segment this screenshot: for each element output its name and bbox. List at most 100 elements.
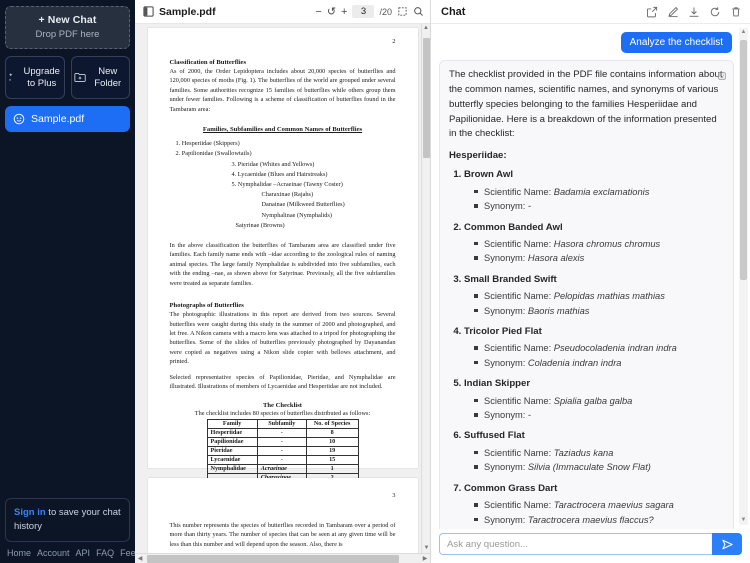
list-item: Common Banded Awl Scientific Name: Hasor… (464, 221, 724, 266)
chat-scroll-thumb[interactable] (740, 40, 747, 280)
fit-page-icon[interactable] (397, 6, 408, 17)
search-icon[interactable] (413, 6, 424, 17)
pdf-horizontal-scrollbar[interactable]: ◀ ▶ (135, 553, 430, 563)
doc-families-title: Families, Subfamilies and Common Names o… (202, 126, 363, 134)
species-details: Scientific Name: Taziadus kana Synonym: … (464, 446, 724, 475)
species-details: Scientific Name: Pseudocoladenia indran … (464, 341, 724, 370)
scientific-label: Scientific Name: (484, 238, 554, 249)
list-item: Tricolor Pied Flat Scientific Name: Pseu… (464, 325, 724, 370)
scientific-label: Scientific Name: (484, 343, 554, 354)
synonym-row: Synonym: - (474, 199, 724, 213)
scroll-down-arrow[interactable]: ▼ (422, 544, 430, 553)
zoom-in-button[interactable]: + (341, 6, 347, 18)
page-number-input[interactable]: 3 (352, 5, 375, 18)
family-item-nymphalinae: Nymphalinae (Nymphalids) (261, 211, 332, 219)
doc-paragraph-4: Selected representative species of Papil… (169, 373, 396, 391)
sidebar-action-row: Upgrade to Plus New Folder (5, 56, 130, 99)
footer-link-faq[interactable]: FAQ (96, 548, 114, 558)
pdf-toolbar: Sample.pdf − ↺ + 3 /20 (135, 0, 430, 24)
scientific-label: Scientific Name: (484, 500, 554, 511)
family-item-pieridae: 3. Pieridae (Whites and Yellows) (231, 160, 315, 168)
doc-paragraph-2: In the above classification the butterfl… (169, 241, 396, 287)
footer-link-api[interactable]: API (76, 548, 91, 558)
copy-icon[interactable] (717, 68, 727, 86)
chat-header: Chat (431, 0, 750, 24)
doc-families-list: 1. Hesperiidae (Skippers) 2. Papilionida… (170, 139, 396, 231)
pdf-page-number-label: 2 (392, 38, 396, 45)
list-item: Common Grass Dart Scientific Name: Tarac… (464, 482, 724, 527)
scientific-value: Hasora chromus chromus (553, 238, 661, 249)
h-scroll-track[interactable] (145, 554, 420, 563)
doc-page4-paragraph: This number represents the species of bu… (169, 522, 396, 548)
scientific-label: Scientific Name: (484, 395, 554, 406)
synonym-value: - (527, 410, 532, 421)
h-scroll-thumb[interactable] (147, 554, 399, 563)
scientific-value: Pseudocoladenia indran indra (553, 343, 677, 354)
doc-checklist-subtitle: The checklist includes 80 species of but… (194, 409, 371, 417)
new-folder-button[interactable]: New Folder (70, 56, 130, 99)
sidebar-file-label: Sample.pdf (31, 113, 85, 125)
doc-paragraph-1: As of 2000, the Order Lepidoptera includ… (169, 68, 396, 113)
pdf-scroll-thumb[interactable] (423, 38, 430, 158)
synonym-label: Synonym: (484, 201, 528, 212)
chat-scroll-down-arrow[interactable]: ▼ (739, 516, 748, 525)
species-name: Common Banded Awl (464, 221, 563, 233)
synonym-value: Silvia (Immaculate Snow Flat) (527, 462, 651, 473)
chat-pane: Chat Analyze the checklist The checklist… (431, 0, 750, 563)
footer-link-account[interactable]: Account (37, 548, 70, 558)
new-chat-button[interactable]: + New Chat Drop PDF here (5, 6, 130, 49)
pdf-vertical-scrollbar[interactable]: ▲ ▼ (421, 24, 430, 553)
synonym-label: Synonym: (484, 305, 528, 316)
cell-family: Papilionidae (206, 436, 258, 447)
pdf-page-4: 3 This number represents the species of … (147, 478, 418, 553)
user-message-row: Analyze the checklist (439, 32, 732, 53)
trash-icon[interactable] (730, 6, 742, 18)
cell-species: 8 (305, 427, 359, 438)
scroll-up-arrow[interactable]: ▲ (422, 24, 430, 33)
scientific-value: Badamia exclamationis (553, 186, 650, 197)
list-item: Indian Skipper Scientific Name: Spialia … (464, 377, 724, 422)
table-row: Papilionidae - 10 (206, 436, 359, 447)
pdf-scroll-area[interactable]: 2 Classification of Butterflies As of 20… (135, 24, 430, 553)
rotate-button[interactable]: ↺ (327, 5, 336, 18)
download-icon[interactable] (688, 6, 700, 18)
scroll-right-arrow[interactable]: ▶ (420, 555, 430, 562)
scientific-label: Scientific Name: (484, 186, 554, 197)
chat-message-list[interactable]: Analyze the checklist The checklist prov… (431, 24, 750, 529)
cell-subfamily: - (256, 427, 307, 438)
cell-family: Nymphalidae (206, 463, 258, 474)
chat-vertical-scrollbar[interactable]: ▲ ▼ (739, 28, 748, 525)
doc-heading-classification: Classification of Butterflies (169, 59, 247, 66)
species-name: Indian Skipper (464, 378, 531, 390)
list-item: Small Branded Swift Scientific Name: Pel… (464, 273, 724, 318)
table-header-row: Family Subfamily No. of Species (206, 418, 359, 429)
chat-scroll-up-arrow[interactable]: ▲ (739, 28, 748, 37)
sidebar-file-sample-pdf[interactable]: Sample.pdf (5, 106, 130, 132)
chat-input[interactable] (439, 533, 712, 555)
synonym-label: Synonym: (484, 253, 528, 264)
upgrade-to-plus-button[interactable]: Upgrade to Plus (5, 56, 65, 99)
table-row: Nymphalidae Acraeinae 1 (206, 463, 359, 474)
signin-link[interactable]: Sign in (14, 507, 46, 518)
refresh-icon[interactable] (709, 6, 721, 18)
chat-header-actions (646, 6, 742, 18)
synonym-row: Synonym: Taractrocera maevius flaccus? (474, 513, 724, 527)
cell-species: 19 (305, 445, 359, 456)
doc-heading-photographs: Photographs of Butterflies (169, 302, 244, 310)
zoom-out-button[interactable]: − (315, 6, 321, 18)
species-name: Suffused Flat (464, 430, 525, 442)
synonym-label: Synonym: (484, 357, 528, 368)
scientific-value: Pelopidas mathias mathias (553, 291, 665, 302)
th-subfamily: Subfamily (256, 418, 307, 429)
family-item-satyrinae: Satyrinae (Browns) (235, 221, 285, 229)
footer-link-home[interactable]: Home (7, 548, 31, 558)
pencil-icon[interactable] (667, 6, 679, 18)
list-item: Brown Awl Scientific Name: Badamia excla… (464, 168, 724, 213)
share-icon[interactable] (646, 6, 658, 18)
th-species: No. of Species (305, 418, 359, 429)
species-details: Scientific Name: Taractrocera maevius sa… (464, 498, 724, 527)
send-button[interactable] (712, 533, 742, 555)
scroll-left-arrow[interactable]: ◀ (135, 555, 145, 562)
signin-prompt: Sign in to save your chat history (5, 498, 130, 542)
